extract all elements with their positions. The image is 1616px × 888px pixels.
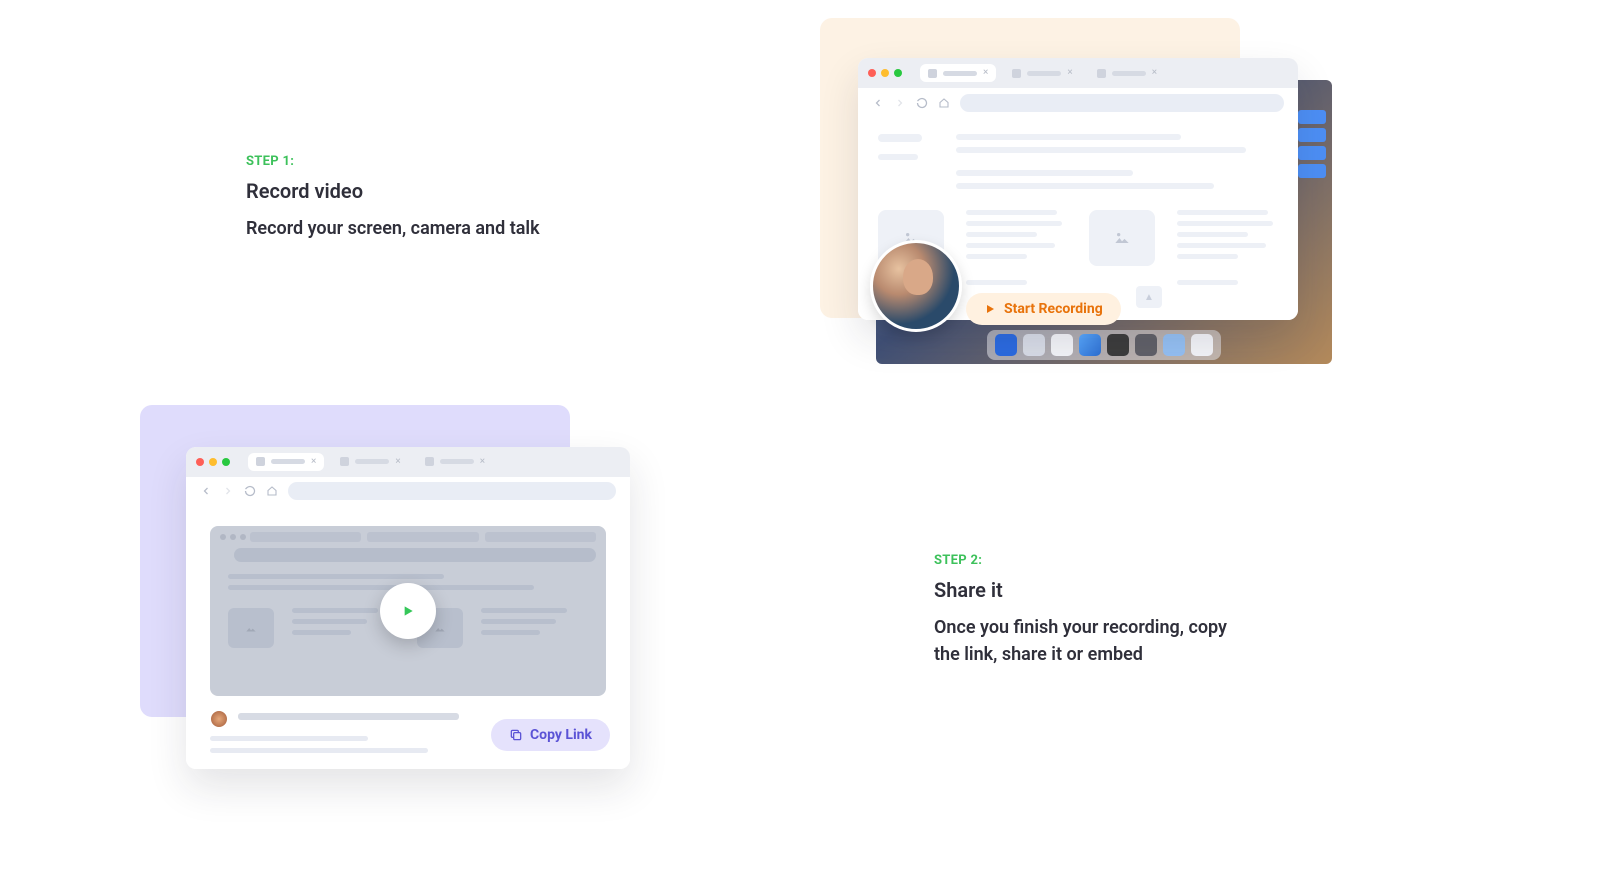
browser-tab: × (1004, 64, 1080, 82)
page-content: Copy Link (186, 506, 630, 769)
avatar (210, 710, 228, 728)
browser-tab: × (920, 64, 996, 82)
play-button[interactable] (380, 583, 436, 639)
video-preview (210, 526, 606, 696)
step1-title: Record video (246, 179, 646, 203)
dock-app-icon (1079, 334, 1101, 356)
step1-illustration: × × × (820, 18, 1340, 378)
window-traffic-lights (868, 69, 902, 77)
browser-toolbar (858, 88, 1298, 118)
step2-text-block: STEP 2: Share it Once you finish your re… (934, 553, 1234, 668)
reload-icon (916, 97, 928, 109)
reload-icon (244, 485, 256, 497)
step2-description: Once you finish your recording, copy the… (934, 614, 1234, 668)
browser-window: × × × (186, 447, 630, 769)
home-icon (938, 97, 950, 109)
browser-tab: × (1089, 64, 1165, 82)
dock-app-icon (995, 334, 1017, 356)
home-icon (266, 485, 278, 497)
copy-link-button[interactable]: Copy Link (491, 719, 610, 751)
dock-app-icon (1163, 334, 1185, 356)
copy-link-label: Copy Link (530, 727, 592, 743)
url-bar (960, 94, 1284, 112)
browser-tabbar: × × × (858, 58, 1298, 88)
dock-app-icon (1023, 334, 1045, 356)
browser-tab: × (332, 453, 408, 471)
step1-description: Record your screen, camera and talk (246, 215, 646, 242)
dock-app-icon (1135, 334, 1157, 356)
window-traffic-lights (196, 458, 230, 466)
play-icon (400, 603, 416, 619)
image-placeholder-icon: ▲ (1136, 286, 1162, 308)
image-placeholder-icon (1089, 210, 1155, 266)
start-recording-label: Start Recording (1004, 301, 1103, 317)
browser-toolbar (186, 477, 630, 507)
step2-label: STEP 2: (934, 553, 1234, 568)
dock-app-icon (1051, 334, 1073, 356)
url-bar (288, 482, 616, 500)
forward-icon (894, 97, 906, 109)
forward-icon (222, 485, 234, 497)
browser-tabbar: × × × (186, 447, 630, 477)
webcam-bubble (870, 240, 962, 332)
step2-illustration: × × × (140, 405, 640, 785)
browser-tab: × (417, 453, 493, 471)
play-icon (984, 303, 996, 315)
back-icon (200, 485, 212, 497)
macos-dock (987, 330, 1221, 360)
dock-app-icon (1191, 334, 1213, 356)
step2-title: Share it (934, 578, 1234, 602)
copy-icon (509, 728, 523, 742)
dock-app-icon (1107, 334, 1129, 356)
step1-label: STEP 1: (246, 154, 646, 169)
step1-text-block: STEP 1: Record video Record your screen,… (246, 154, 646, 242)
start-recording-button[interactable]: Start Recording (966, 293, 1121, 325)
back-icon (872, 97, 884, 109)
browser-tab: × (248, 453, 324, 471)
